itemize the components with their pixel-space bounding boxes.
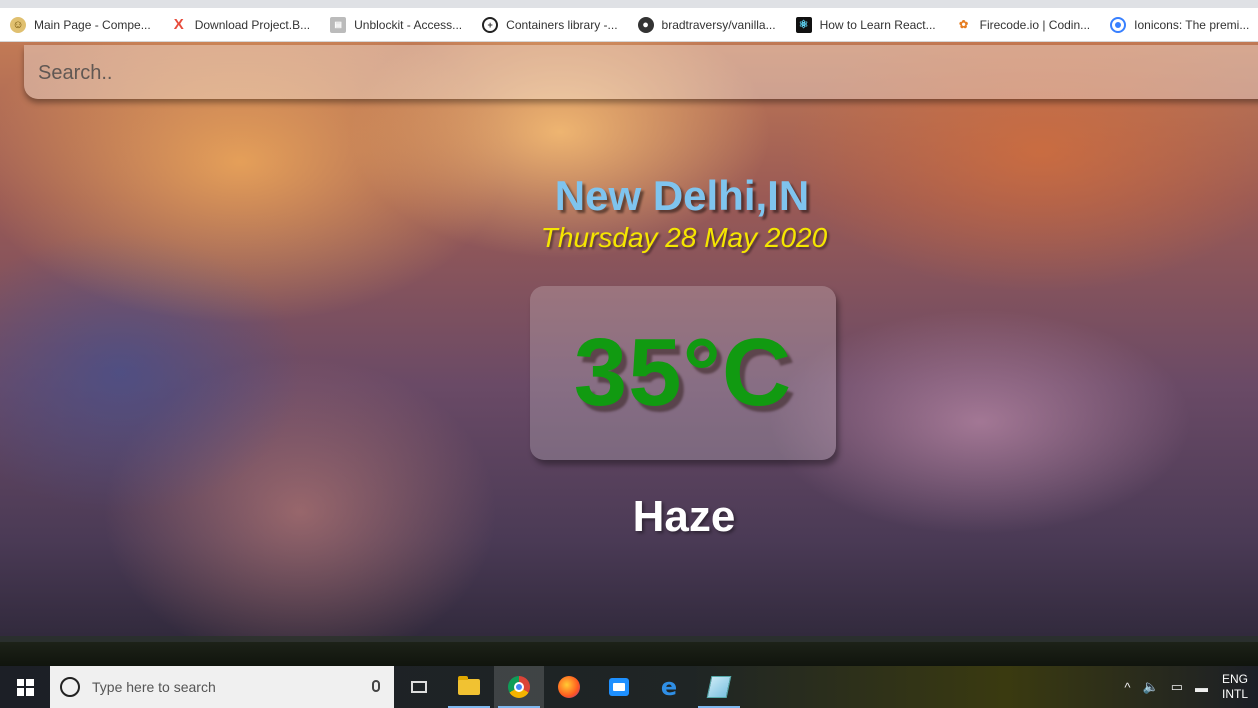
edge-icon: e xyxy=(660,673,678,701)
taskbar-search-placeholder: Type here to search xyxy=(92,679,216,695)
temperature-value: 35°C xyxy=(573,319,793,426)
react-favicon-icon: ⚛ xyxy=(795,16,812,33)
firecode-favicon-icon: ✿ xyxy=(959,19,969,31)
temperature-card: 35°C xyxy=(530,286,836,460)
keyboard-layout: INTL xyxy=(1221,687,1248,701)
search-box xyxy=(24,45,1258,99)
windows-taskbar: Type here to search e ^ 🔈 ▭ ▬ ENG INTL xyxy=(0,666,1258,708)
messaging-button[interactable] xyxy=(594,666,644,708)
date-label: Thursday 28 May 2020 xyxy=(540,222,828,253)
weather-condition: Haze xyxy=(632,492,736,541)
chevron-up-icon[interactable]: ^ xyxy=(1124,680,1130,695)
messaging-icon xyxy=(609,678,629,696)
cortana-icon xyxy=(60,677,80,697)
bookmark-unblockit[interactable]: ▤ Unblockit - Access... xyxy=(330,16,463,33)
bookmark-label: bradtraversy/vanilla... xyxy=(661,17,776,32)
file-explorer-button[interactable] xyxy=(444,666,494,708)
battery-icon[interactable]: ▬ xyxy=(1195,680,1208,695)
task-view-button[interactable] xyxy=(394,666,444,708)
ionicons-favicon-icon xyxy=(1110,16,1127,33)
bookmark-firecode[interactable]: ✿ Firecode.io | Codin... xyxy=(956,17,1091,33)
firefox-icon xyxy=(558,676,580,698)
search-input[interactable] xyxy=(36,55,1240,91)
windows-logo-icon xyxy=(16,678,34,696)
location-title: New Delhi,IN xyxy=(554,172,810,219)
bookmark-main-page[interactable]: ☺ Main Page - Compe... xyxy=(10,16,151,33)
bookmark-label: Main Page - Compe... xyxy=(34,17,151,32)
ground xyxy=(0,642,1258,666)
bookmark-ionicons[interactable]: Ionicons: The premi... xyxy=(1110,16,1250,33)
taskbar-search[interactable]: Type here to search xyxy=(50,666,394,708)
volume-icon[interactable]: 🔈 xyxy=(1143,679,1159,695)
microphone-icon[interactable] xyxy=(372,680,380,692)
x-favicon-icon: X xyxy=(173,16,184,33)
chrome-icon xyxy=(508,676,530,698)
bookmark-label: Download Project.B... xyxy=(194,17,311,32)
github-favicon-icon: ● xyxy=(637,16,654,33)
network-icon[interactable]: ▭ xyxy=(1171,679,1183,695)
bookmark-label: Unblockit - Access... xyxy=(354,17,463,32)
chrome-button[interactable] xyxy=(494,666,544,708)
system-tray: ^ 🔈 ▭ ▬ ENG INTL xyxy=(1118,666,1258,708)
folder-icon xyxy=(458,676,480,695)
start-button[interactable] xyxy=(0,666,50,708)
language-code: ENG xyxy=(1221,672,1248,686)
bookmark-containers-library[interactable]: + Containers library -... xyxy=(482,16,618,33)
notes-app-button[interactable] xyxy=(694,666,744,708)
bookmarks-bar: ☺ Main Page - Compe... X Download Projec… xyxy=(0,8,1258,42)
bookmark-learn-react[interactable]: ⚛ How to Learn React... xyxy=(795,16,936,33)
bookmark-label: How to Learn React... xyxy=(819,17,936,32)
task-view-icon xyxy=(411,681,427,693)
bookmark-label: Ionicons: The premi... xyxy=(1134,17,1250,32)
bookmark-download-project[interactable]: X Download Project.B... xyxy=(171,16,311,33)
cplusplus-favicon-icon: + xyxy=(482,16,499,33)
firefox-button[interactable] xyxy=(544,666,594,708)
bookmark-github[interactable]: ● bradtraversy/vanilla... xyxy=(637,16,776,33)
notes-icon xyxy=(706,676,732,698)
language-indicator[interactable]: ENG INTL xyxy=(1222,672,1248,702)
edge-button[interactable]: e xyxy=(644,666,694,708)
bookmark-label: Firecode.io | Codin... xyxy=(979,17,1091,32)
bookmark-label: Containers library -... xyxy=(506,17,618,32)
main-page-favicon-icon: ☺ xyxy=(10,16,26,33)
unblockit-favicon-icon: ▤ xyxy=(330,16,347,33)
